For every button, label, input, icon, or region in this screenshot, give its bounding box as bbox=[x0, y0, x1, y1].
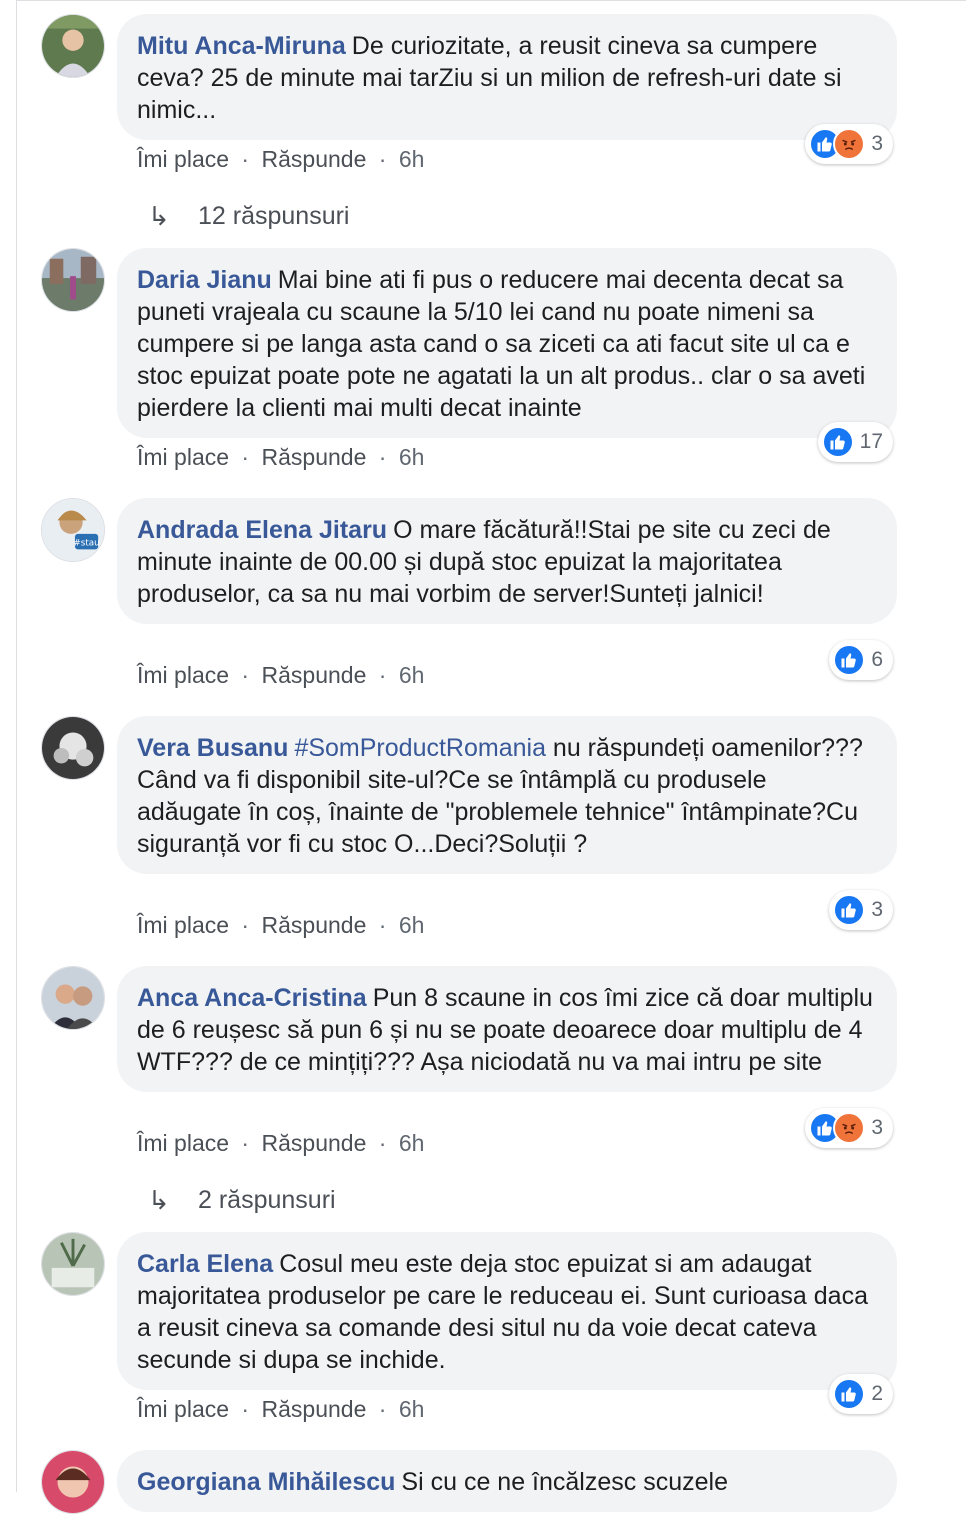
comment-time[interactable]: 6h bbox=[399, 662, 425, 688]
reactions-summary[interactable]: 17 bbox=[817, 422, 893, 462]
comment-actions: Îmi place · Răspunde · 6h bbox=[137, 1396, 425, 1422]
reaction-count: 3 bbox=[871, 898, 883, 921]
reaction-count: 3 bbox=[871, 1116, 883, 1139]
reactions-summary[interactable]: 6 bbox=[829, 640, 893, 680]
comment-actions: Îmi place · Răspunde · 6h bbox=[137, 662, 425, 688]
reply-link[interactable]: Răspunde bbox=[262, 1130, 367, 1156]
hashtag-link[interactable]: #SomProductRomania bbox=[294, 734, 546, 762]
comment-bubble: Georgiana Mihăilescu Si cu ce ne încălzes… bbox=[117, 1450, 897, 1512]
avatar[interactable] bbox=[41, 14, 105, 78]
view-replies-link[interactable]: ↳ 2 răspunsuri bbox=[148, 1184, 336, 1216]
comment-actions: Îmi place · Răspunde · 6h bbox=[137, 444, 425, 470]
like-link[interactable]: Îmi place bbox=[137, 662, 229, 688]
comment-author[interactable]: Mitu Anca-Miruna bbox=[137, 32, 346, 60]
view-replies-link[interactable]: ↳ 12 răspunsuri bbox=[148, 200, 349, 232]
comment-time[interactable]: 6h bbox=[399, 1396, 425, 1422]
reply-link[interactable]: Răspunde bbox=[262, 662, 367, 688]
avatar[interactable] bbox=[41, 1450, 105, 1514]
comment-author[interactable]: Anca Anca-Cristina bbox=[137, 984, 367, 1012]
comment-author[interactable]: Vera Busanu bbox=[137, 734, 288, 762]
reply-link[interactable]: Răspunde bbox=[262, 146, 367, 172]
like-link[interactable]: Îmi place bbox=[137, 1396, 229, 1422]
comment-actions: Îmi place · Răspunde · 6h bbox=[137, 912, 425, 938]
comment-bubble: Mitu Anca-Miruna De curiozitate, a reusit… bbox=[117, 14, 897, 140]
replies-count[interactable]: 2 răspunsuri bbox=[198, 1184, 336, 1216]
comment-time[interactable]: 6h bbox=[399, 912, 425, 938]
reply-link[interactable]: Răspunde bbox=[262, 912, 367, 938]
comment-actions: Îmi place · Răspunde · 6h bbox=[137, 146, 425, 172]
reply-arrow-icon: ↳ bbox=[148, 201, 170, 231]
thumbs-up-icon bbox=[833, 644, 866, 676]
comment-bubble: Vera Busanu #SomProductRomania nu răspund… bbox=[117, 716, 897, 874]
like-link[interactable]: Îmi place bbox=[137, 444, 229, 470]
comment-time[interactable]: 6h bbox=[399, 1130, 425, 1156]
avatar[interactable] bbox=[41, 716, 105, 780]
comment-author[interactable]: Carla Elena bbox=[137, 1250, 273, 1278]
angry-face-icon bbox=[833, 1112, 866, 1144]
avatar[interactable] bbox=[41, 1232, 105, 1296]
comment-author[interactable]: Daria Jianu bbox=[137, 266, 272, 294]
reaction-count: 17 bbox=[859, 430, 883, 453]
reply-arrow-icon: ↳ bbox=[148, 1185, 170, 1215]
svg-text:#stau: #stau bbox=[74, 539, 100, 549]
reactions-summary[interactable]: 2 bbox=[829, 1374, 893, 1414]
comment-bubble: Anca Anca-Cristina Pun 8 scaune in cos îm… bbox=[117, 966, 897, 1092]
replies-count[interactable]: 12 răspunsuri bbox=[198, 200, 349, 232]
reactions-summary[interactable]: 3 bbox=[829, 890, 893, 930]
like-link[interactable]: Îmi place bbox=[137, 912, 229, 938]
like-link[interactable]: Îmi place bbox=[137, 1130, 229, 1156]
comment-bubble: Carla Elena Cosul meu este deja stoc epui… bbox=[117, 1232, 897, 1390]
comment-author[interactable]: Andrada Elena Jitaru bbox=[137, 516, 387, 544]
avatar[interactable] bbox=[41, 248, 105, 312]
reactions-summary[interactable]: 3 bbox=[805, 124, 893, 164]
comment-bubble: Daria Jianu Mai bine ati fi pus o reducer… bbox=[117, 248, 897, 438]
thumbs-up-icon bbox=[821, 426, 854, 458]
reaction-count: 2 bbox=[871, 1382, 883, 1405]
thumbs-up-icon bbox=[833, 1378, 866, 1410]
comment-time[interactable]: 6h bbox=[399, 146, 425, 172]
reactions-summary[interactable]: 3 bbox=[805, 1108, 893, 1148]
comment-bubble: Andrada Elena Jitaru O mare făcătură!!Sta… bbox=[117, 498, 897, 624]
avatar[interactable]: #stau bbox=[41, 498, 105, 562]
thumbs-up-icon bbox=[833, 894, 866, 926]
reaction-count: 6 bbox=[871, 648, 883, 671]
reaction-count: 3 bbox=[871, 132, 883, 155]
reply-link[interactable]: Răspunde bbox=[262, 444, 367, 470]
angry-face-icon bbox=[833, 128, 866, 160]
comment-actions: Îmi place · Răspunde · 6h bbox=[137, 1130, 425, 1156]
avatar[interactable] bbox=[41, 966, 105, 1030]
like-link[interactable]: Îmi place bbox=[137, 146, 229, 172]
reply-link[interactable]: Răspunde bbox=[262, 1396, 367, 1422]
comment-time[interactable]: 6h bbox=[399, 444, 425, 470]
